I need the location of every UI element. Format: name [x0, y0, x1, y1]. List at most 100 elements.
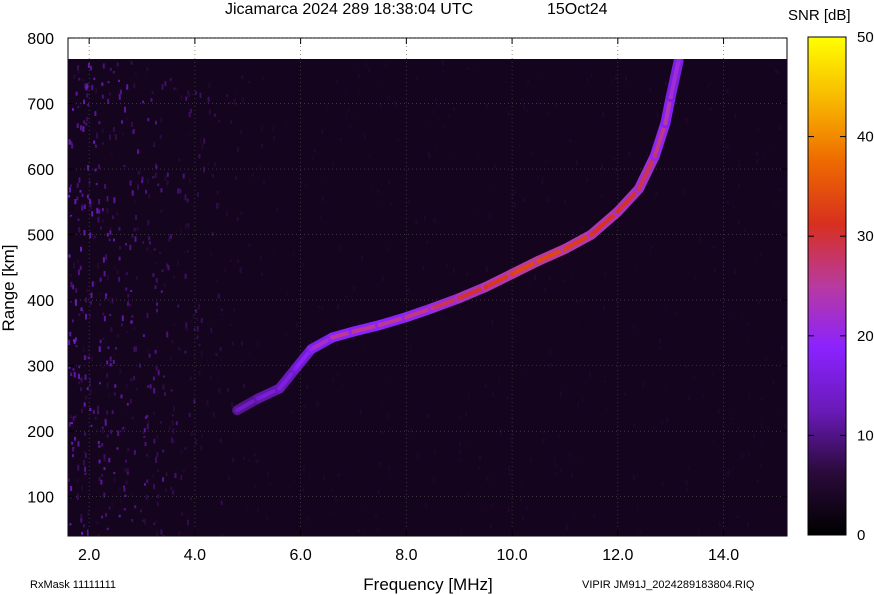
noise-pixel — [520, 485, 523, 488]
noise-pixel — [542, 174, 545, 181]
noise-pixel — [388, 180, 391, 185]
noise-pixel — [134, 72, 137, 75]
noise-pixel — [760, 445, 763, 450]
noise-pixel — [432, 478, 435, 483]
noise-pixel — [103, 454, 106, 459]
noise-pixel — [763, 372, 765, 376]
noise-pixel — [688, 159, 691, 166]
noise-pixel — [177, 260, 180, 266]
noise-pixel — [156, 435, 159, 440]
noise-pixel — [234, 176, 237, 180]
noise-pixel — [529, 457, 532, 463]
noise-pixel — [659, 347, 662, 351]
noise-pixel — [680, 404, 683, 410]
noise-pixel — [196, 326, 199, 332]
noise-pixel — [429, 518, 432, 525]
noise-pixel — [147, 219, 150, 226]
noise-pixel — [240, 340, 243, 346]
noise-pixel — [456, 509, 459, 512]
noise-pixel — [296, 322, 299, 328]
noise-pixel — [354, 173, 357, 176]
noise-pixel — [258, 459, 261, 463]
noise-pixel — [102, 63, 105, 69]
noise-pixel — [101, 429, 104, 434]
noise-pixel — [465, 438, 468, 442]
noise-pixel — [458, 193, 461, 198]
noise-pixel — [386, 414, 389, 420]
noise-pixel — [74, 199, 77, 205]
noise-pixel — [480, 295, 483, 300]
noise-pixel — [433, 448, 436, 454]
noise-pixel — [649, 251, 652, 256]
noise-pixel — [106, 360, 109, 365]
noise-pixel — [397, 138, 400, 142]
noise-pixel — [523, 104, 526, 110]
noise-pixel — [95, 182, 98, 186]
noise-pixel — [536, 463, 539, 469]
noise-pixel — [183, 251, 186, 254]
noise-pixel — [104, 184, 107, 189]
noise-pixel — [593, 513, 596, 519]
noise-pixel — [69, 184, 72, 187]
noise-pixel — [746, 232, 749, 236]
noise-pixel — [206, 379, 209, 384]
noise-pixel — [551, 300, 554, 306]
noise-pixel — [418, 290, 421, 294]
noise-pixel — [78, 177, 81, 183]
noise-pixel — [160, 290, 163, 293]
echo-point — [652, 153, 658, 159]
noise-pixel — [331, 511, 334, 514]
noise-pixel — [356, 68, 359, 71]
noise-pixel — [86, 288, 89, 292]
noise-pixel — [687, 255, 690, 258]
x-axis-label: Frequency [MHz] — [363, 575, 492, 594]
noise-pixel — [99, 303, 101, 306]
noise-pixel — [421, 491, 424, 494]
noise-pixel — [220, 308, 223, 312]
noise-pixel — [155, 366, 158, 371]
noise-pixel — [463, 246, 466, 250]
noise-pixel — [577, 403, 580, 408]
noise-pixel — [86, 387, 89, 391]
noise-pixel — [555, 462, 558, 467]
noise-pixel — [100, 362, 103, 365]
noise-pixel — [70, 529, 73, 534]
noise-pixel — [304, 501, 307, 506]
noise-pixel — [586, 177, 588, 184]
noise-pixel — [101, 82, 104, 86]
noise-pixel — [472, 422, 475, 426]
x-tick-label: 10.0 — [497, 547, 528, 564]
noise-pixel — [98, 198, 101, 205]
noise-pixel — [548, 277, 551, 281]
noise-pixel — [511, 415, 514, 421]
noise-pixel — [331, 161, 334, 168]
noise-pixel — [360, 519, 363, 526]
noise-pixel — [522, 516, 525, 521]
noise-pixel — [718, 76, 721, 80]
noise-pixel — [542, 438, 545, 444]
noise-pixel — [99, 382, 102, 385]
noise-pixel — [774, 68, 777, 74]
noise-pixel — [433, 535, 436, 536]
noise-pixel — [139, 509, 142, 513]
noise-pixel — [159, 251, 162, 254]
noise-pixel — [759, 252, 762, 256]
noise-pixel — [414, 528, 417, 531]
noise-pixel — [442, 60, 444, 66]
noise-pixel — [656, 112, 659, 119]
noise-pixel — [231, 402, 234, 408]
echo-point — [351, 329, 356, 334]
noise-pixel — [432, 468, 435, 473]
noise-pixel — [144, 442, 147, 447]
noise-pixel — [697, 237, 700, 242]
noise-pixel — [160, 529, 163, 535]
noise-pixel — [726, 131, 729, 137]
noise-pixel — [737, 221, 740, 226]
noise-pixel — [199, 246, 202, 250]
noise-pixel — [76, 196, 79, 201]
noise-pixel — [598, 348, 600, 352]
echo-point — [457, 295, 462, 301]
noise-pixel — [508, 471, 511, 476]
noise-pixel — [90, 388, 92, 395]
noise-pixel — [575, 300, 578, 303]
